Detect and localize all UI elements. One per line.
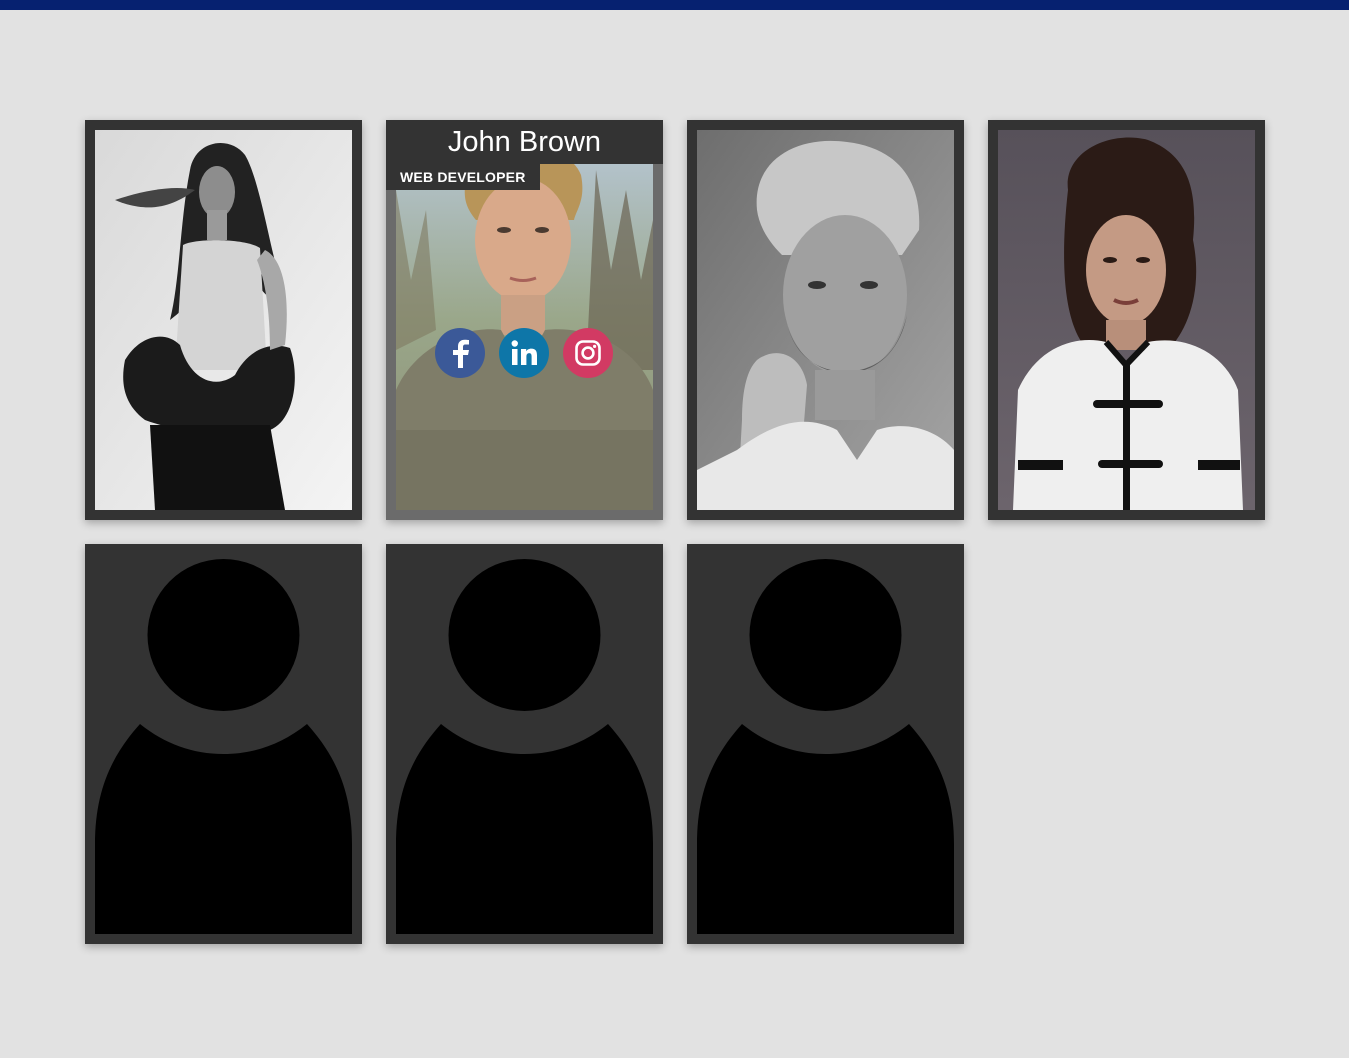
member-photo bbox=[697, 130, 954, 510]
social-links bbox=[435, 328, 613, 378]
team-card-placeholder[interactable] bbox=[687, 544, 964, 944]
team-card-placeholder[interactable] bbox=[386, 544, 663, 944]
member-name: John Brown bbox=[386, 120, 663, 164]
placeholder-avatar-icon bbox=[396, 554, 653, 934]
team-card-active[interactable]: John Brown WEB DEVELOPER bbox=[386, 120, 663, 520]
team-card[interactable] bbox=[85, 120, 362, 520]
instagram-icon[interactable] bbox=[563, 328, 613, 378]
member-photo bbox=[998, 130, 1255, 510]
linkedin-icon[interactable] bbox=[499, 328, 549, 378]
team-card[interactable] bbox=[988, 120, 1265, 520]
placeholder-avatar-icon bbox=[95, 554, 352, 934]
member-role: WEB DEVELOPER bbox=[386, 164, 540, 190]
member-photo bbox=[95, 130, 352, 510]
top-bar bbox=[0, 0, 1349, 10]
placeholder-avatar-icon bbox=[697, 554, 954, 934]
team-card[interactable] bbox=[687, 120, 964, 520]
team-card-placeholder[interactable] bbox=[85, 544, 362, 944]
facebook-icon[interactable] bbox=[435, 328, 485, 378]
